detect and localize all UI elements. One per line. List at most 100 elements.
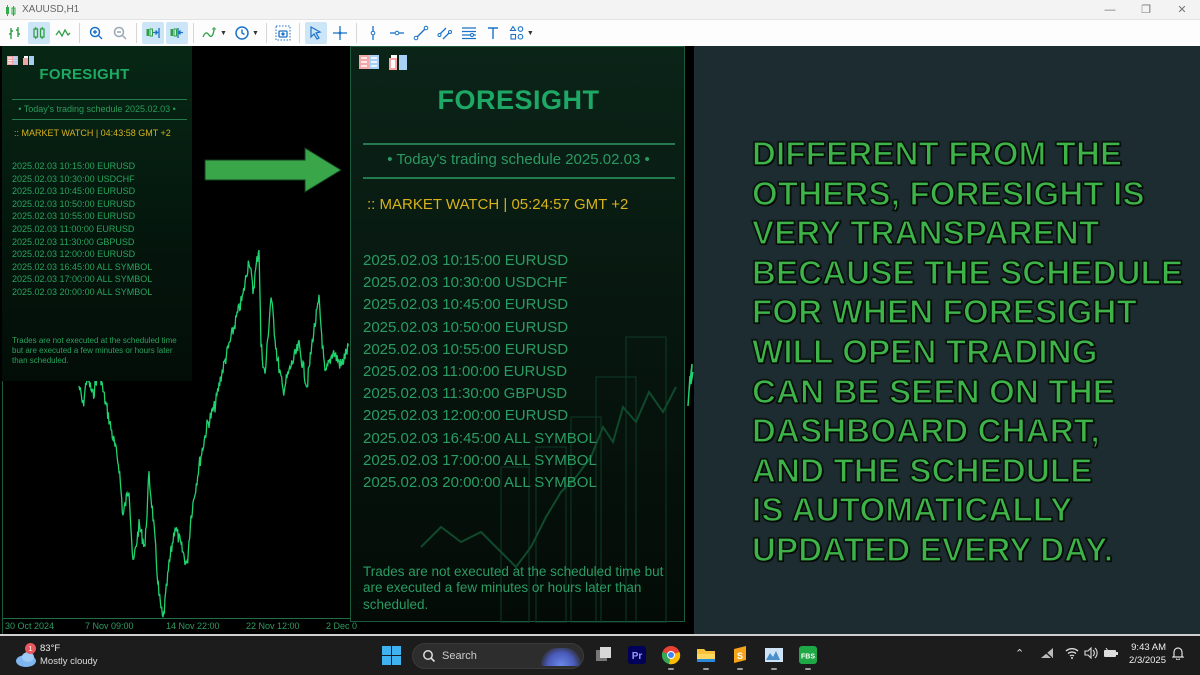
zoom-out-button[interactable]	[109, 22, 131, 44]
horizontal-line-button[interactable]	[386, 22, 408, 44]
price-spike	[687, 363, 694, 407]
photos-button[interactable]	[764, 645, 784, 670]
auto-scroll-button[interactable]	[142, 22, 164, 44]
headline-line: AND THE SCHEDULE	[751, 451, 1093, 489]
schedule-item: 2025.02.03 10:55:00 EURUSD	[363, 340, 569, 358]
line-chart-icon	[55, 28, 71, 38]
taskbar: 1 83°F Mostly cloudy Search Pr S FBS ⌃ 9…	[0, 636, 1200, 675]
window-titlebar: XAUUSD,H1 — ❐ ✕	[0, 0, 1200, 19]
running-indicator	[771, 668, 777, 670]
volume-icon[interactable]	[1084, 646, 1098, 662]
schedule-item: 2025.02.03 17:00:00 ALL SYMBOL	[12, 274, 153, 285]
show-hidden-icons-button[interactable]: ⌃	[1015, 647, 1024, 660]
layout-icon[interactable]	[389, 55, 407, 75]
minimize-button[interactable]: —	[1092, 0, 1128, 19]
divider	[12, 119, 187, 120]
schedule-list: 2025.02.03 10:15:00 EURUSD 2025.02.03 10…	[363, 250, 597, 494]
horizontal-line-icon	[389, 30, 404, 36]
schedule-item: 2025.02.03 10:45:00 EURUSD	[363, 296, 569, 314]
cursor-button[interactable]	[304, 22, 327, 44]
sublime-icon: S	[734, 646, 746, 663]
foresight-dashboard-large: FORESIGHT • Today's trading schedule 202…	[350, 46, 685, 623]
chart-shift-button[interactable]	[166, 22, 188, 44]
running-indicator	[703, 668, 709, 670]
task-view-icon	[596, 647, 611, 661]
notification-badge: 1	[25, 643, 36, 654]
divider	[363, 143, 675, 145]
chrome-button[interactable]	[661, 645, 681, 670]
premiere-pro-button[interactable]: Pr	[627, 645, 647, 665]
headline-line: OTHERS, FORESIGHT IS	[751, 174, 1145, 212]
execution-note: Trades are not executed at the scheduled…	[12, 336, 177, 365]
foresight-dashboard-small: FORESIGHT • Today's trading schedule 202…	[2, 46, 192, 381]
candlestick-icon	[33, 27, 45, 39]
divider	[12, 99, 187, 100]
fibonacci-button[interactable]	[458, 22, 480, 44]
file-explorer-button[interactable]	[696, 645, 716, 670]
chart-shift-icon	[170, 28, 183, 38]
promo-headline: DIFFERENT FROM THE OTHERS, FORESIGHT IS VE…	[751, 134, 1184, 570]
text-button[interactable]	[482, 22, 504, 44]
schedule-item: 2025.02.03 16:45:00 ALL SYMBOL	[12, 261, 153, 272]
minimize-icon: —	[1104, 3, 1116, 16]
candlestick-chart-button[interactable]	[28, 22, 50, 44]
channel-button[interactable]	[434, 22, 456, 44]
auto-scroll-icon	[146, 28, 160, 38]
weather-widget[interactable]: 1 83°F Mostly cloudy	[14, 642, 124, 670]
headline-line: DASHBOARD CHART,	[751, 412, 1100, 450]
bar-chart-button[interactable]	[4, 22, 26, 44]
time-axis-label: 30 Oct 2024	[5, 621, 55, 631]
table-icon[interactable]	[359, 55, 379, 75]
promo-panel: DIFFERENT FROM THE OTHERS, FORESIGHT IS VE…	[694, 46, 1200, 636]
toolbar-divider	[355, 23, 357, 43]
headline-line: BECAUSE THE SCHEDULE	[751, 253, 1184, 291]
toolbar-divider	[265, 23, 267, 43]
restore-button[interactable]: ❐	[1128, 0, 1164, 19]
periods-dropdown-caret[interactable]: ▼	[252, 30, 259, 37]
shapes-dropdown-caret[interactable]: ▼	[527, 30, 534, 37]
windows-logo-icon	[382, 646, 391, 655]
vertical-line-button[interactable]	[362, 22, 384, 44]
periods-button[interactable]	[231, 22, 253, 44]
chart-toolbar: ▼ ▼ ▼	[0, 19, 1200, 46]
fbs-button[interactable]: FBS	[798, 645, 818, 670]
screenshot-button[interactable]	[272, 22, 294, 44]
crosshair-button[interactable]	[329, 22, 351, 44]
chevron-up-icon: ⌃	[1015, 648, 1025, 660]
right-arrow-icon	[204, 147, 342, 193]
zoom-in-button[interactable]	[85, 22, 107, 44]
task-view-button[interactable]	[594, 645, 614, 665]
wifi-icon[interactable]	[1065, 647, 1079, 662]
foresight-logo: FORESIGHT	[437, 85, 600, 115]
sublime-button[interactable]: S	[730, 645, 750, 670]
time-axis-label: 14 Nov 22:00	[166, 621, 220, 631]
network-offline-icon[interactable]	[1040, 647, 1054, 662]
system-clock[interactable]: 9:43 AM 2/3/2025	[1124, 641, 1166, 667]
fibonacci-icon	[461, 27, 476, 40]
schedule-item: 2025.02.03 10:15:00 EURUSD	[363, 252, 569, 269]
market-watch-clock: :: MARKET WATCH | 04:43:58 GMT +2	[14, 128, 171, 138]
chart-workspace: 30 Oct 2024 7 Nov 09:00 14 Nov 22:00 22 …	[0, 46, 1200, 636]
schedule-item: 2025.02.03 10:30:00 USDCHF	[363, 274, 568, 292]
running-indicator	[805, 668, 811, 670]
taskbar-search[interactable]: Search	[412, 643, 584, 669]
notifications-button[interactable]	[1171, 646, 1185, 663]
schedule-item: 2025.02.03 10:45:00 EURUSD	[12, 186, 136, 197]
time-axis-label: 7 Nov 09:00	[85, 621, 134, 631]
close-button[interactable]: ✕	[1164, 0, 1200, 19]
battery-icon[interactable]	[1103, 647, 1119, 662]
vertical-line-icon	[370, 26, 376, 40]
weather-condition: Mostly cloudy	[40, 656, 98, 667]
schedule-item: 2025.02.03 20:00:00 ALL SYMBOL	[363, 474, 597, 492]
foresight-logo: FORESIGHT	[39, 66, 130, 83]
start-button[interactable]	[382, 646, 401, 665]
trendline-button[interactable]	[410, 22, 432, 44]
indicators-dropdown-caret[interactable]: ▼	[220, 30, 227, 37]
fbs-icon: FBS	[799, 646, 817, 664]
clock-time: 9:43 AM	[1131, 642, 1166, 653]
line-chart-button[interactable]	[52, 22, 74, 44]
shapes-button[interactable]	[506, 22, 528, 44]
candlestick-app-icon	[4, 4, 18, 16]
indicators-button[interactable]	[199, 22, 221, 44]
text-icon	[487, 27, 498, 39]
